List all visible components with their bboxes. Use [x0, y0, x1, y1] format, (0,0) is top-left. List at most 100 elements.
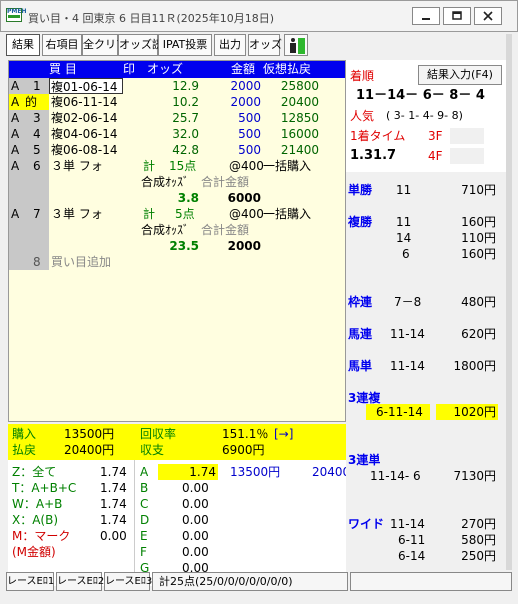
- order-label: 着順: [350, 69, 375, 83]
- row-amount: 2000: [230, 95, 261, 109]
- table-row[interactable]: A 5 複06-08-14 42.8 500 21400: [9, 142, 345, 158]
- formation-row[interactable]: A 7 ３単 フォ 計 5点 @400 一括購入: [9, 206, 345, 222]
- row-odds: 32.0: [172, 127, 199, 141]
- payout-combo: 6-14: [398, 549, 426, 563]
- group-d-value: 0.00: [182, 513, 209, 527]
- payout-combo: 7－8: [394, 295, 422, 309]
- recovery-arrow-button[interactable]: [→]: [274, 426, 293, 442]
- result-summary: 着順 結果入力(F4) 11－14－ 6－ 8－ 4 人気 ( 3- 1- 4-…: [346, 60, 506, 172]
- payout-amount: 480円: [461, 295, 496, 309]
- table-row[interactable]: A 的 複06-11-14 10.2 2000 20400: [9, 94, 345, 110]
- row-col-a: A: [11, 79, 20, 93]
- popularity-values: ( 3- 1- 4- 9- 8): [386, 109, 463, 122]
- race-print-3-button[interactable]: レースEﾛ3: [104, 572, 152, 591]
- group-e-value: 0.00: [182, 529, 209, 543]
- read-odds-button[interactable]: オッズ読: [118, 34, 163, 56]
- row-odds: 42.8: [172, 143, 199, 157]
- row-col-b: 6: [33, 159, 41, 173]
- row-col-b: 1: [33, 79, 41, 93]
- payout-amount: 110円: [461, 231, 496, 245]
- minimize-button[interactable]: [412, 7, 440, 25]
- total-amount: 6000: [227, 191, 261, 205]
- row-amount: 500: [238, 111, 261, 125]
- row-bet[interactable]: 複01-06-14: [49, 78, 123, 94]
- recovery-value: 151.1％: [222, 427, 269, 441]
- odds-button[interactable]: オッズ: [248, 34, 282, 56]
- clear-all-button[interactable]: 全クリア: [82, 34, 127, 56]
- mark-m-label: M：マーク: [12, 529, 71, 543]
- row-odds: 12.9: [172, 79, 199, 93]
- row-col-a: A: [11, 207, 20, 221]
- row-payout: 16000: [280, 127, 319, 141]
- race-print-1-button[interactable]: レースEﾛ1: [6, 572, 54, 591]
- payout-type: ワイド: [348, 517, 385, 531]
- summary-panel: 購入 13500円 回収率 151.1％ [→] 払戻 20400円 収支 69…: [8, 424, 350, 586]
- table-row[interactable]: A 3 複02-06-14 25.7 500 12850: [9, 110, 345, 126]
- formation-type: ３単 フォ: [51, 159, 103, 173]
- add-bet-row[interactable]: 8 買い目追加: [9, 254, 345, 270]
- status-total: 計25点(25/0/0/0/0/0/0/0): [152, 572, 348, 591]
- mark-z-label: Z：全て: [12, 465, 57, 479]
- purchase-value: 13500円: [64, 427, 115, 441]
- synth-odds-label: 合成ｵｯｽﾞ: [141, 175, 190, 189]
- formation-row[interactable]: A 6 ３単 フォ 計 15点 @400 一括購入: [9, 158, 345, 174]
- payout-list: 単勝 11 710円 複勝 11 160円 14 110円 6 160円 枠連 …: [346, 172, 506, 572]
- person-icon[interactable]: [284, 34, 308, 56]
- race-print-2-button[interactable]: レースEﾛ2: [56, 572, 104, 591]
- group-f-label: F: [140, 545, 147, 559]
- payout-combo: 11-14: [390, 359, 425, 373]
- formation-points: 5点: [175, 207, 195, 221]
- last-3f-value: [450, 128, 484, 144]
- add-bet-label[interactable]: 買い目追加: [51, 254, 111, 270]
- payout-type: 複勝: [348, 215, 373, 229]
- payout-combo: 6: [402, 247, 410, 261]
- header-mark: 印: [123, 62, 136, 76]
- payout-amount: 160円: [461, 247, 496, 261]
- formation-row: 3.8 6000: [9, 190, 345, 206]
- row-col-b: 7: [33, 207, 41, 221]
- group-a-payout: 20400: [312, 465, 351, 479]
- synth-odds-label: 合成ｵｯｽﾞ: [141, 223, 190, 237]
- row-bet: 複06-11-14: [51, 95, 118, 109]
- row-col-a: A: [11, 95, 20, 109]
- row-odds: 10.2: [172, 95, 199, 109]
- mark-m-value: 0.00: [100, 529, 127, 543]
- row-col-b: 4: [33, 127, 41, 141]
- row-bet: 複06-08-14: [51, 143, 118, 157]
- payout-type: 馬単: [348, 359, 373, 373]
- row-amount: 2000: [230, 79, 261, 93]
- row-payout: 20400: [280, 95, 319, 109]
- group-c-value: 0.00: [182, 497, 209, 511]
- last-3f-label: 3F: [428, 129, 443, 143]
- row-payout: 12850: [280, 111, 319, 125]
- group-c-label: C: [140, 497, 149, 511]
- payout-combo: 11-14: [390, 327, 425, 341]
- close-button[interactable]: [474, 7, 502, 25]
- recovery-label: 回収率: [140, 427, 177, 441]
- close-icon: [483, 11, 493, 21]
- right-items-button[interactable]: 右項目: [42, 34, 82, 56]
- mark-x-value: 1.74: [100, 513, 127, 527]
- row-col-b: 5: [33, 143, 41, 157]
- table-row[interactable]: A 4 複04-06-14 32.0 500 16000: [9, 126, 345, 142]
- ipat-vote-button[interactable]: IPAT投票: [158, 34, 212, 56]
- formation-points: 15点: [169, 159, 197, 173]
- output-button[interactable]: 出力: [214, 34, 246, 56]
- formation-row: 合成ｵｯｽﾞ 合計金額: [9, 174, 345, 190]
- restore-button[interactable]: [443, 7, 471, 25]
- payout-amount: 580円: [461, 533, 496, 547]
- result-input-button[interactable]: 結果入力(F4): [418, 65, 502, 85]
- popularity-label: 人気: [350, 109, 375, 123]
- mark-z-value: 1.74: [100, 465, 127, 479]
- summary-divider: [134, 460, 135, 586]
- bulk-buy-button[interactable]: 一括購入: [263, 158, 311, 174]
- payout-amount: 270円: [461, 517, 496, 531]
- formation-row: 合成ｵｯｽﾞ 合計金額: [9, 222, 345, 238]
- payout-amount: 250円: [461, 549, 496, 563]
- formation-total-label: 計: [143, 207, 156, 221]
- total-amount-label: 合計金額: [201, 223, 250, 237]
- bulk-buy-button[interactable]: 一括購入: [263, 206, 311, 222]
- result-tab[interactable]: 結果: [6, 34, 40, 56]
- table-row[interactable]: A 1 複01-06-14 12.9 2000 25800: [9, 78, 345, 94]
- group-e-label: E: [140, 529, 148, 543]
